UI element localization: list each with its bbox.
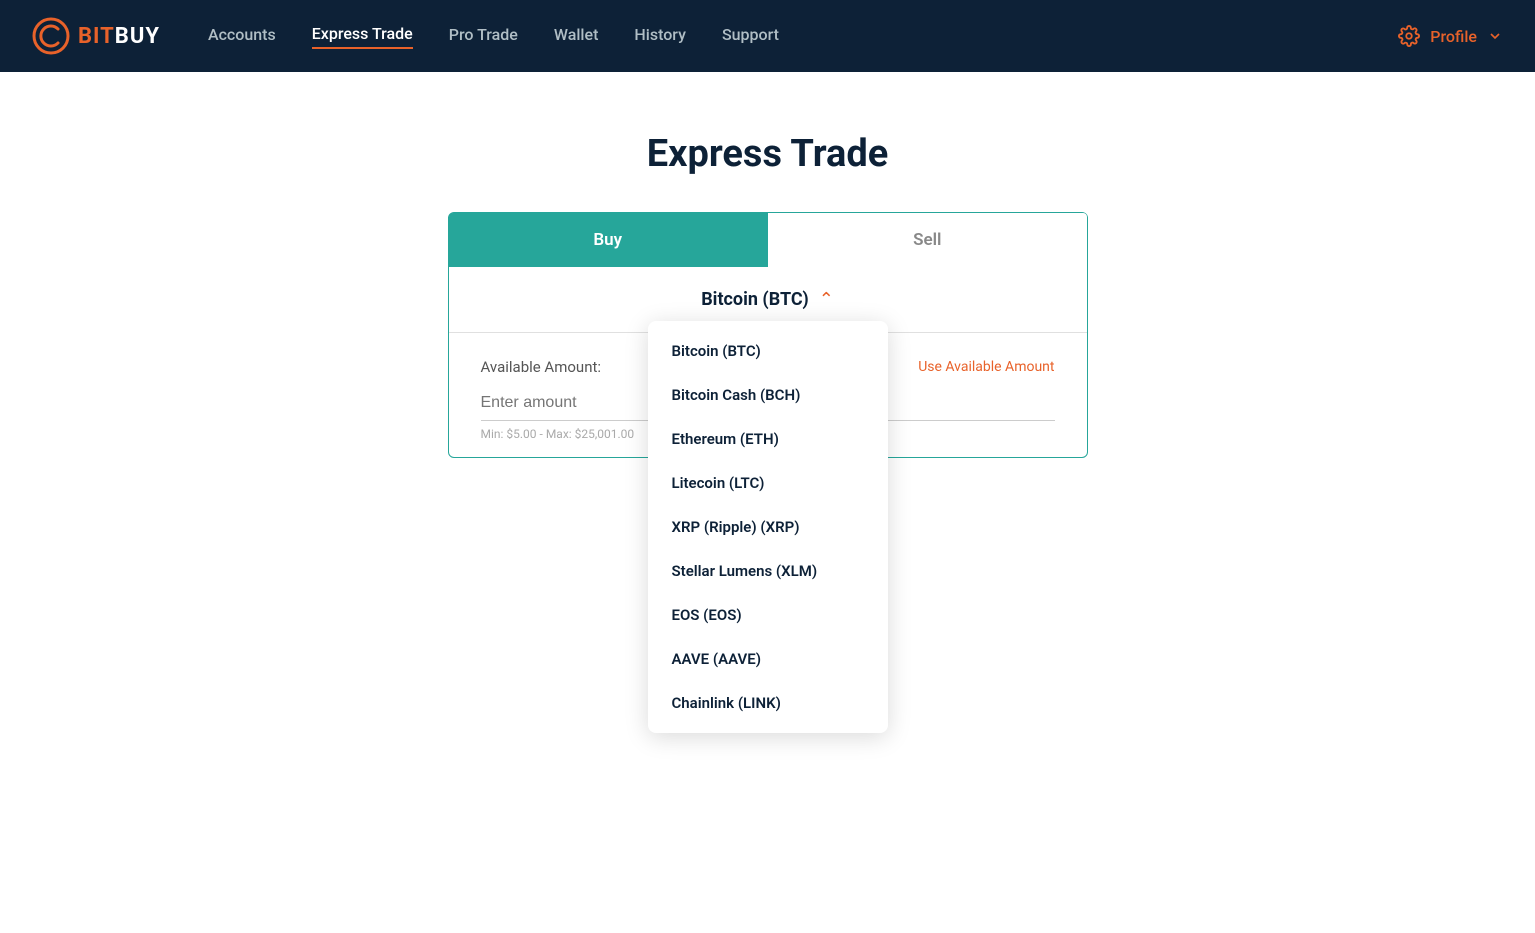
dropdown-item-eth[interactable]: Ethereum (ETH) (648, 417, 888, 461)
dropdown-item-btc[interactable]: Bitcoin (BTC) (648, 329, 888, 373)
dropdown-item-xlm[interactable]: Stellar Lumens (XLM) (648, 549, 888, 593)
nav-pro-trade[interactable]: Pro Trade (449, 25, 518, 48)
tab-buy[interactable]: Buy (449, 213, 768, 267)
dropdown-item-bch[interactable]: Bitcoin Cash (BCH) (648, 373, 888, 417)
available-amount-label: Available Amount: (481, 358, 602, 376)
gear-icon (1398, 25, 1420, 47)
trade-tabs: Buy Sell (449, 213, 1087, 267)
use-available-link[interactable]: Use Available Amount (918, 359, 1054, 375)
dropdown-item-ltc[interactable]: Litecoin (LTC) (648, 461, 888, 505)
chevron-down-icon (1487, 28, 1503, 44)
logo-icon (32, 17, 70, 55)
dropdown-item-eos[interactable]: EOS (EOS) (648, 593, 888, 637)
main-content: Express Trade Buy Sell Bitcoin (BTC) ⌃ B… (0, 72, 1535, 933)
dropdown-item-link[interactable]: Chainlink (LINK) (648, 681, 888, 725)
trade-card: Buy Sell Bitcoin (BTC) ⌃ Bitcoin (BTC) B… (448, 212, 1088, 458)
profile-label: Profile (1430, 27, 1477, 46)
dropdown-item-aave[interactable]: AAVE (AAVE) (648, 637, 888, 681)
profile-menu[interactable]: Profile (1398, 25, 1503, 47)
nav-wallet[interactable]: Wallet (554, 25, 599, 48)
tab-sell[interactable]: Sell (767, 213, 1087, 267)
dropdown-item-xrp[interactable]: XRP (Ripple) (XRP) (648, 505, 888, 549)
logo[interactable]: BITBUY (32, 17, 160, 55)
selected-crypto-label: Bitcoin (BTC) (701, 289, 809, 310)
caret-up-icon: ⌃ (819, 289, 834, 310)
nav-history[interactable]: History (634, 25, 686, 48)
nav-accounts[interactable]: Accounts (208, 25, 276, 48)
crypto-dropdown: Bitcoin (BTC) Bitcoin Cash (BCH) Ethereu… (648, 321, 888, 733)
nav-support[interactable]: Support (722, 25, 779, 48)
logo-text: BITBUY (78, 24, 160, 49)
nav-links: Accounts Express Trade Pro Trade Wallet … (208, 24, 1398, 49)
nav-express-trade[interactable]: Express Trade (312, 24, 413, 49)
page-title: Express Trade (647, 132, 889, 176)
navbar: BITBUY Accounts Express Trade Pro Trade … (0, 0, 1535, 72)
